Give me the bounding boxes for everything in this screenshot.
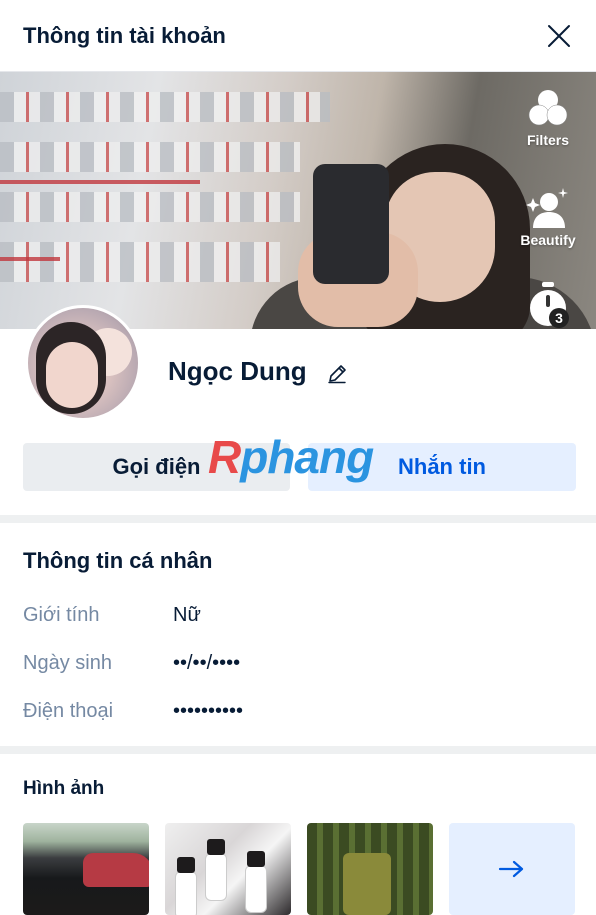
filters-tool[interactable]: Filters xyxy=(508,86,588,148)
beautify-label: Beautify xyxy=(520,232,576,248)
personal-info-title: Thông tin cá nhân xyxy=(23,548,213,573)
edit-name-button[interactable] xyxy=(323,360,351,388)
section-divider xyxy=(0,746,596,754)
cover-photo: Filters Beautify 3 xyxy=(0,72,596,329)
close-button[interactable] xyxy=(544,21,574,51)
info-label: Ngày sinh xyxy=(23,651,112,674)
call-button[interactable]: Gọi điện xyxy=(23,443,290,491)
info-value: Nữ xyxy=(173,603,201,626)
info-label: Điện thoại xyxy=(23,699,114,722)
photo-thumbnail[interactable] xyxy=(307,823,433,915)
timer-tool[interactable]: 3 xyxy=(508,280,588,329)
timer-value: 3 xyxy=(555,310,563,326)
info-label: Giới tính xyxy=(23,603,100,626)
profile-name: Ngọc Dung xyxy=(168,356,307,386)
close-icon xyxy=(548,24,570,47)
arrow-right-icon xyxy=(498,860,524,878)
section-divider xyxy=(0,515,596,523)
photos-title: Hình ảnh xyxy=(23,778,105,799)
message-button[interactable]: Nhắn tin xyxy=(308,443,576,491)
info-value: ••/••/•••• xyxy=(173,651,241,674)
info-row-phone: Điện thoại •••••••••• xyxy=(23,696,243,726)
filters-icon xyxy=(528,90,568,126)
pencil-icon xyxy=(328,365,346,384)
info-row-gender: Giới tính Nữ xyxy=(23,600,201,630)
timer-icon: 3 xyxy=(530,282,569,328)
dialog-header: Thông tin tài khoản xyxy=(0,0,596,72)
photo-thumbnail[interactable] xyxy=(23,823,149,915)
beautify-tool[interactable]: Beautify xyxy=(508,186,588,248)
avatar[interactable] xyxy=(25,305,141,421)
photo-thumbnail[interactable] xyxy=(165,823,291,915)
dialog-title: Thông tin tài khoản xyxy=(23,22,226,48)
info-row-birthday: Ngày sinh ••/••/•••• xyxy=(23,648,240,678)
filters-label: Filters xyxy=(526,132,569,148)
info-value: •••••••••• xyxy=(173,699,244,722)
view-more-photos-button[interactable] xyxy=(449,823,575,915)
beautify-icon xyxy=(526,188,568,228)
